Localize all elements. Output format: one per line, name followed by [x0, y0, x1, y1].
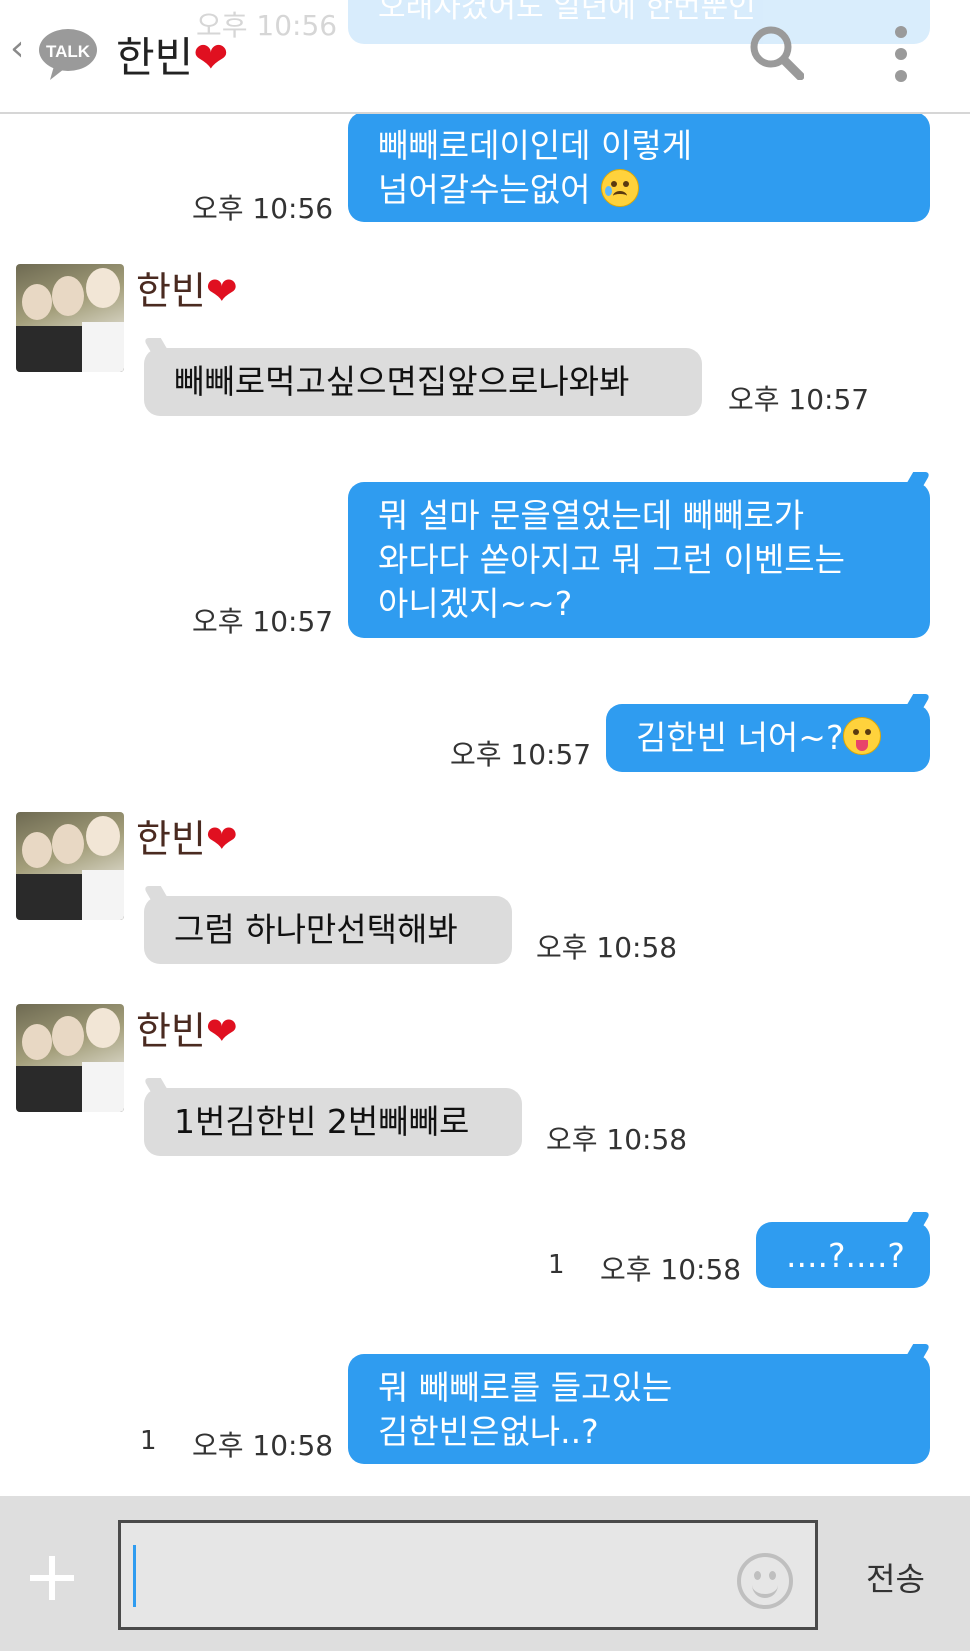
back-icon[interactable]: ‹: [10, 28, 24, 69]
chat-title: 한빈❤: [116, 24, 228, 85]
message-line: 김한빈은없나..?: [378, 1412, 599, 1451]
heart-icon: ❤: [205, 269, 238, 313]
message-time: 오후 10:58: [536, 931, 678, 964]
message-line: 빼빼로데이인데 이렇게: [378, 126, 693, 165]
crying-emoji-icon: [601, 169, 640, 207]
chat-header: 오래사겼어도 일년에 한번뿐인 오후 10:56 ‹ TALK 한빈❤: [0, 0, 970, 114]
unread-count: 1: [548, 1250, 565, 1280]
chat-message-list[interactable]: 오후 10:56 빼빼로데이인데 이렇게 넘어갈수는없어 한빈❤ 빼빼로먹고싶으…: [0, 112, 970, 1496]
search-icon[interactable]: [748, 24, 805, 84]
message-line: 아니겠지~~?: [378, 584, 573, 623]
message-line: 그럼 하나만선택해봐: [174, 910, 458, 949]
outgoing-message[interactable]: ....?....?: [756, 1212, 932, 1288]
outgoing-message[interactable]: 뭐 빼빼로를 들고있는 김한빈은없나..?: [348, 1344, 932, 1464]
message-line: 뭐 설마 문을열었는데 빼빼로가: [378, 496, 805, 535]
incoming-message[interactable]: 빼빼로먹고싶으면집앞으로나와봐: [142, 338, 702, 416]
outgoing-message[interactable]: 김한빈 너어~?: [606, 694, 932, 772]
outgoing-message[interactable]: 뭐 설마 문을열었는데 빼빼로가 와다다 쏟아지고 뭐 그런 이벤트는 아니겠지…: [348, 472, 932, 638]
heart-icon: ❤: [205, 1009, 238, 1053]
message-line: 빼빼로먹고싶으면집앞으로나와봐: [174, 362, 630, 401]
avatar[interactable]: [16, 1004, 124, 1112]
sender-name: 한빈❤: [136, 817, 238, 861]
message-time: 오후 10:58: [192, 1429, 334, 1462]
message-time: 오후 10:58: [600, 1253, 742, 1286]
send-button[interactable]: 전송: [866, 1554, 925, 1600]
message-time: 오후 10:58: [546, 1123, 688, 1156]
message-time: 오후 10:57: [192, 605, 334, 638]
attach-plus-button[interactable]: [28, 1554, 76, 1602]
message-line: 뭐 빼빼로를 들고있는: [378, 1368, 673, 1407]
tongue-emoji-icon: [843, 717, 882, 755]
message-line: 와다다 쏟아지고 뭐 그런 이벤트는: [378, 540, 845, 579]
talk-logo-icon[interactable]: TALK: [38, 26, 98, 86]
avatar[interactable]: [16, 812, 124, 920]
message-line-with-emoji: 김한빈 너어~?: [636, 716, 900, 760]
message-line: ....?....?: [786, 1236, 905, 1275]
scrolled-message-preview: 오래사겼어도 일년에 한번뿐인: [348, 0, 930, 44]
unread-count: 1: [140, 1426, 157, 1456]
more-menu-icon[interactable]: [894, 26, 908, 82]
text-caret: [133, 1545, 136, 1607]
message-line: 1번김한빈 2번빼빼로: [174, 1102, 470, 1141]
heart-icon: ❤: [205, 817, 238, 861]
message-time: 오후 10:57: [450, 738, 592, 771]
incoming-message[interactable]: 그럼 하나만선택해봐: [142, 886, 512, 964]
emoticon-icon[interactable]: [737, 1553, 793, 1609]
chat-title-name: 한빈: [116, 33, 194, 82]
svg-text:TALK: TALK: [46, 42, 91, 61]
message-input[interactable]: [118, 1520, 818, 1630]
sender-name: 한빈❤: [136, 269, 238, 313]
avatar[interactable]: [16, 264, 124, 372]
outgoing-message[interactable]: 빼빼로데이인데 이렇게 넘어갈수는없어: [348, 112, 930, 222]
heart-icon: ❤: [193, 33, 229, 82]
message-time: 오후 10:56: [192, 192, 334, 225]
message-input-bar: 전송: [0, 1496, 970, 1651]
sender-name: 한빈❤: [136, 1009, 238, 1053]
incoming-message[interactable]: 1번김한빈 2번빼빼로: [142, 1078, 522, 1156]
message-time: 오후 10:57: [728, 383, 870, 416]
message-line-with-emoji: 넘어갈수는없어: [378, 168, 900, 212]
